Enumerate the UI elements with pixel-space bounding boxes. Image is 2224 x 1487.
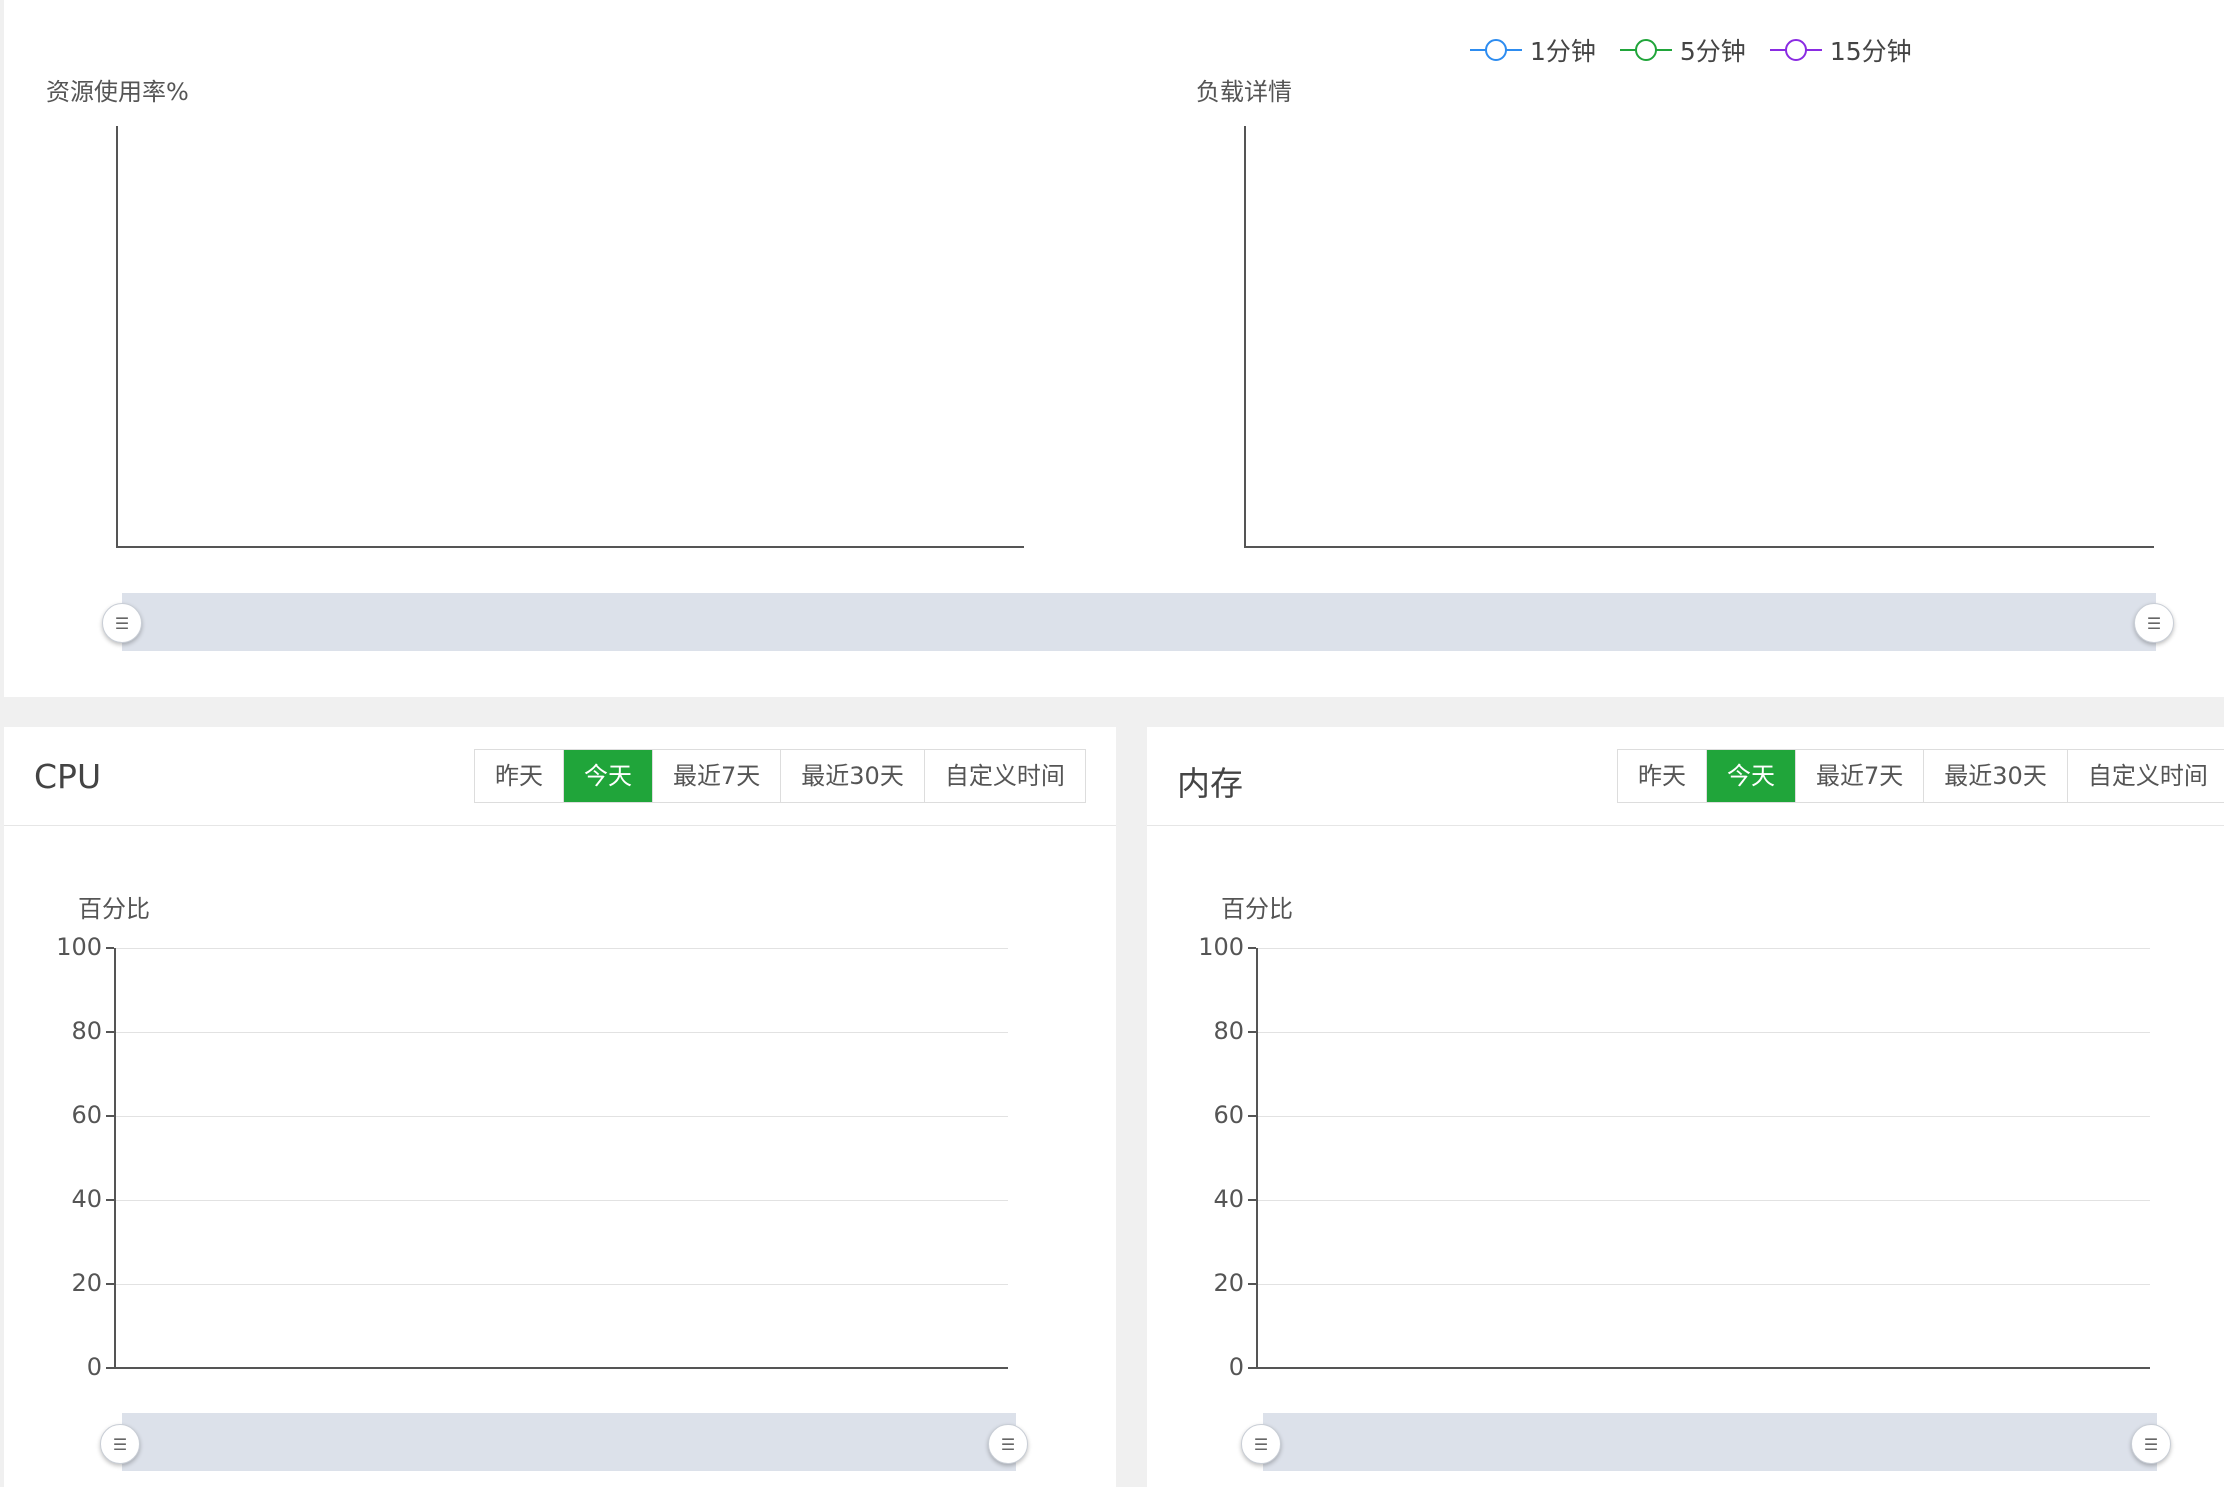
y-tick-mark	[106, 1283, 114, 1285]
load-chart-title: 负载详情	[1196, 78, 1292, 106]
top-zoom-slider[interactable]	[122, 593, 2156, 651]
y-tick-label: 100	[1198, 933, 1244, 961]
legend-item-1min[interactable]: 1分钟	[1470, 32, 1596, 68]
gridline	[114, 948, 1008, 949]
memory-zoom-handle-right-grip-lines-icon[interactable]: ☰	[2131, 1424, 2171, 1464]
memory-last30-button[interactable]: 最近30天	[1924, 750, 2068, 802]
gridline	[1256, 1284, 2150, 1285]
gridline	[1256, 1116, 2150, 1117]
y-tick-label: 40	[71, 1185, 102, 1213]
system-overview-panel: 1分钟 5分钟 15分钟 资源使用率% 负载详情 ☰ ☰	[4, 0, 2224, 697]
memory-today-button[interactable]: 今天	[1707, 750, 1796, 802]
y-tick-mark	[1248, 1283, 1256, 1285]
gridline	[1256, 948, 2150, 949]
cpu-last7-button[interactable]: 最近7天	[653, 750, 782, 802]
legend-line-circle-icon	[1619, 39, 1672, 61]
load-legend: 1分钟 5分钟 15分钟	[1470, 32, 1936, 68]
memory-panel: 内存 昨天 今天 最近7天 最近30天 自定义时间 百分比 ☰ ☰ 0 20 40 6…	[1147, 727, 2224, 1487]
memory-custom-time-button[interactable]: 自定义时间	[2067, 750, 2224, 802]
resource-chart-axes	[116, 126, 1024, 548]
memory-y-axis-label: 百分比	[1221, 895, 1293, 923]
legend-label: 1分钟	[1530, 37, 1596, 66]
y-tick-label: 20	[71, 1269, 102, 1297]
zoom-handle-right-grip-lines-icon[interactable]: ☰	[2134, 603, 2174, 643]
y-tick-label: 80	[71, 1017, 102, 1045]
y-tick-mark	[1248, 947, 1256, 949]
cpu-last30-button[interactable]: 最近30天	[781, 750, 925, 802]
y-tick-label: 100	[56, 933, 102, 961]
x-axis-line	[114, 1367, 1008, 1369]
y-tick-mark	[1248, 1367, 1256, 1369]
y-tick-mark	[106, 1367, 114, 1369]
cpu-zoom-slider[interactable]	[122, 1413, 1016, 1471]
y-tick-mark	[106, 1199, 114, 1201]
memory-zoom-slider[interactable]	[1263, 1413, 2157, 1471]
memory-last7-button[interactable]: 最近7天	[1796, 750, 1925, 802]
y-tick-label: 60	[71, 1101, 102, 1129]
y-tick-mark	[1248, 1199, 1256, 1201]
cpu-time-range-buttons: 昨天 今天 最近7天 最近30天 自定义时间	[474, 749, 1086, 803]
legend-item-15min[interactable]: 15分钟	[1769, 32, 1912, 68]
cpu-custom-time-button[interactable]: 自定义时间	[924, 750, 1085, 802]
cpu-zoom-handle-left-grip-lines-icon[interactable]: ☰	[100, 1424, 140, 1464]
gridline	[114, 1032, 1008, 1033]
memory-panel-title: 内存	[1177, 764, 1243, 803]
load-chart-axes	[1244, 126, 2154, 548]
cpu-zoom-handle-right-grip-lines-icon[interactable]: ☰	[988, 1424, 1028, 1464]
cpu-y-axis-label: 百分比	[78, 895, 150, 923]
gridline	[1256, 1200, 2150, 1201]
y-tick-label: 0	[1228, 1353, 1244, 1381]
gridline	[1256, 1032, 2150, 1033]
resource-chart-title: 资源使用率%	[46, 78, 189, 106]
memory-yesterday-button[interactable]: 昨天	[1618, 750, 1707, 802]
zoom-handle-left-grip-lines-icon[interactable]: ☰	[102, 603, 142, 643]
y-tick-mark	[106, 1031, 114, 1033]
y-axis-line	[114, 948, 116, 1368]
y-tick-label: 40	[1213, 1185, 1244, 1213]
x-axis-line	[1256, 1367, 2150, 1369]
cpu-panel-header: CPU 昨天 今天 最近7天 最近30天 自定义时间	[4, 727, 1116, 826]
y-tick-mark	[1248, 1031, 1256, 1033]
y-tick-mark	[106, 1115, 114, 1117]
y-tick-label: 80	[1213, 1017, 1244, 1045]
memory-zoom-handle-left-grip-lines-icon[interactable]: ☰	[1241, 1424, 1281, 1464]
legend-line-circle-icon	[1470, 39, 1522, 61]
cpu-yesterday-button[interactable]: 昨天	[475, 750, 564, 802]
legend-label: 15分钟	[1829, 37, 1912, 66]
legend-label: 5分钟	[1679, 37, 1746, 66]
memory-panel-header: 内存 昨天 今天 最近7天 最近30天 自定义时间	[1147, 727, 2224, 826]
cpu-today-button[interactable]: 今天	[564, 750, 653, 802]
gridline	[114, 1200, 1008, 1201]
y-tick-label: 0	[86, 1353, 102, 1381]
gridline	[114, 1116, 1008, 1117]
cpu-panel: CPU 昨天 今天 最近7天 最近30天 自定义时间 百分比 ☰ ☰ 0 20 40…	[4, 727, 1116, 1487]
legend-item-5min[interactable]: 5分钟	[1619, 32, 1746, 68]
legend-line-circle-icon	[1769, 39, 1822, 61]
memory-time-range-buttons: 昨天 今天 最近7天 最近30天 自定义时间	[1617, 749, 2224, 803]
y-tick-mark	[1248, 1115, 1256, 1117]
cpu-panel-title: CPU	[34, 757, 102, 796]
y-axis-line	[1256, 948, 1258, 1368]
y-tick-label: 60	[1213, 1101, 1244, 1129]
y-tick-label: 20	[1213, 1269, 1244, 1297]
gridline	[114, 1284, 1008, 1285]
y-tick-mark	[106, 947, 114, 949]
